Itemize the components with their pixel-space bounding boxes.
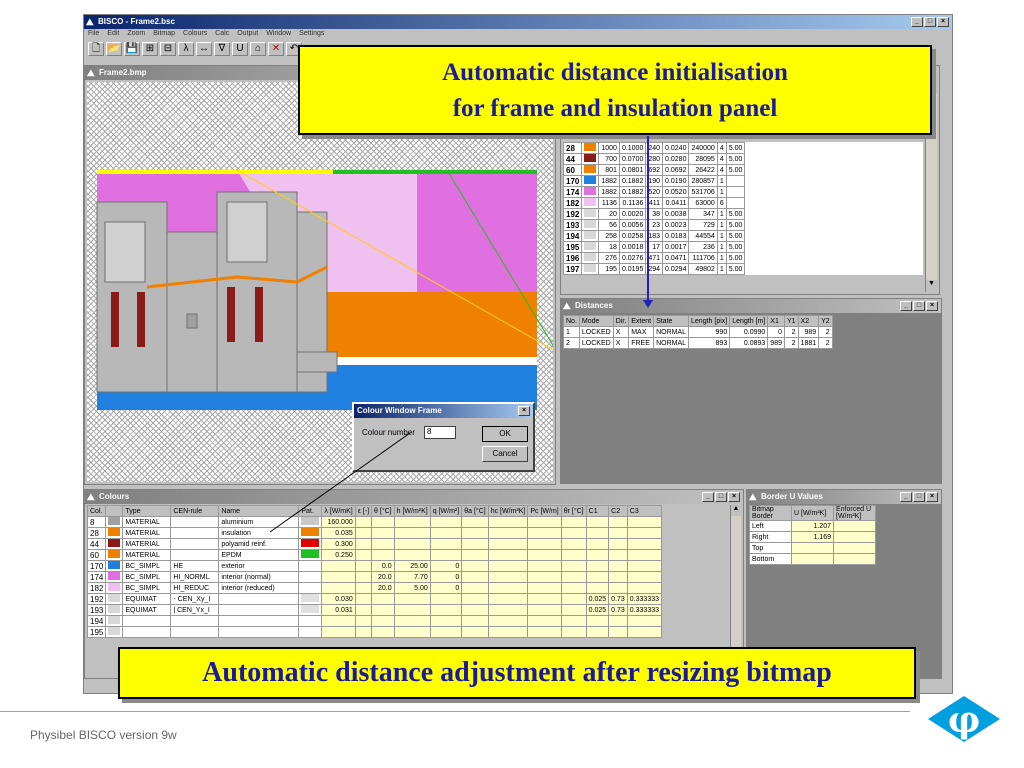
physibel-logo: φ bbox=[928, 696, 1000, 742]
footer-text: Physibel BISCO version 9w bbox=[30, 728, 177, 742]
logo-icon: φ bbox=[928, 696, 1000, 742]
annotation-arrows bbox=[269, 136, 653, 533]
logo-glyph: φ bbox=[948, 699, 981, 741]
arrow-head-icon bbox=[643, 300, 653, 308]
footer-rule bbox=[0, 711, 910, 712]
dialog-pointer-line bbox=[269, 432, 411, 533]
